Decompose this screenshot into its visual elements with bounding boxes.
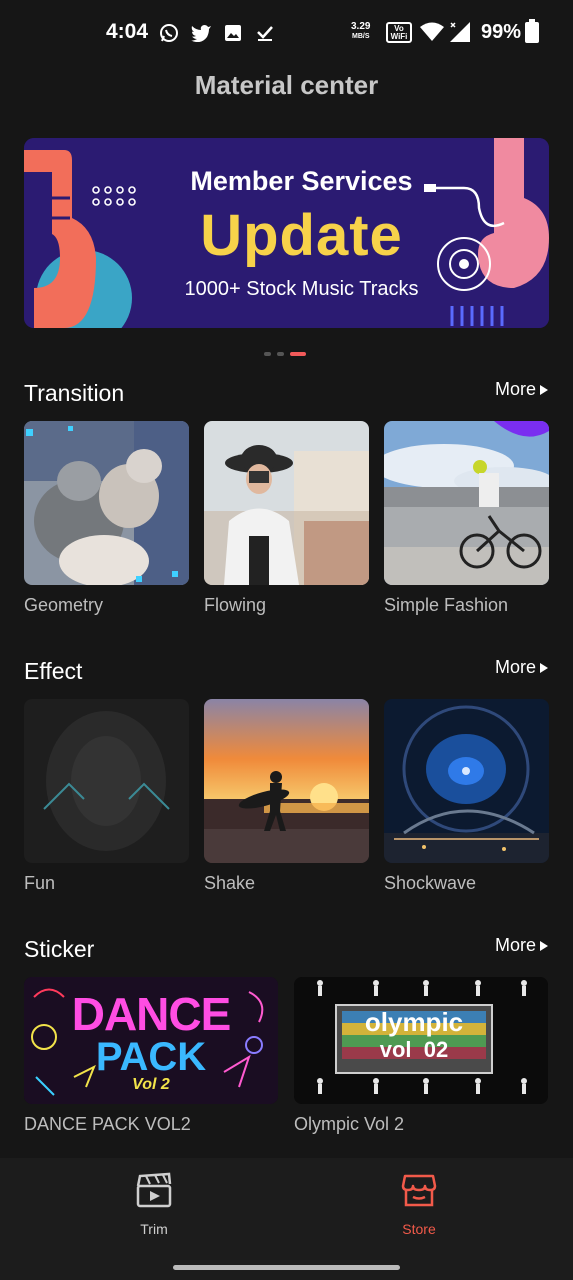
thumb-caption: Shake: [204, 873, 256, 893]
status-bar: 4:04 3.29 MB/S Vo WiFi 99%: [0, 0, 573, 66]
more-button-sticker[interactable]: More: [495, 935, 548, 956]
nav-label-store: Store: [402, 1221, 436, 1237]
thumb-shockwave[interactable]: [384, 699, 549, 863]
thumb-caption: Olympic Vol 2: [294, 1114, 405, 1134]
more-button-transition[interactable]: More: [495, 379, 548, 400]
clapperboard-icon: [136, 1172, 172, 1208]
battery-percent: 99%: [481, 21, 522, 43]
thumb-caption: Fun: [24, 873, 56, 893]
pager-dot-active: [290, 352, 306, 356]
thumb-olympic-vol2[interactable]: olympic vol 02: [294, 977, 548, 1104]
more-label: More: [494, 379, 536, 399]
image-icon: [222, 22, 244, 44]
section-title-transition: Transition: [24, 380, 125, 406]
play-arrow-icon: [540, 940, 548, 951]
wifi-icon: [420, 22, 444, 47]
sticker-art-line1: olympic: [364, 1007, 464, 1037]
thumb-shake[interactable]: [204, 699, 369, 863]
pager-dot: [277, 352, 284, 356]
battery-icon: [525, 19, 539, 43]
banner-line2: Update: [200, 203, 403, 268]
sticker-art-line2: PACK: [95, 1035, 207, 1079]
play-arrow-icon: [540, 662, 548, 673]
twitter-icon: [190, 22, 212, 44]
store-icon: [401, 1174, 437, 1207]
thumb-fun[interactable]: [24, 699, 189, 863]
thumb-geometry[interactable]: [24, 421, 189, 585]
more-label: More: [494, 657, 536, 677]
vowifi-icon: Vo WiFi: [386, 22, 412, 43]
nav-label-trim: Trim: [140, 1221, 168, 1237]
sticker-art-line2: vol 02: [379, 1037, 449, 1062]
banner-pager: [264, 352, 306, 356]
thumb-dance-pack[interactable]: DANCE PACK Vol 2: [24, 977, 278, 1104]
promo-banner[interactable]: Member Services Update 1000+ Stock Music…: [24, 138, 549, 328]
thumb-caption: Flowing: [204, 595, 267, 615]
thumb-flowing[interactable]: [204, 421, 369, 585]
nav-item-trim[interactable]: Trim: [104, 1172, 204, 1237]
network-rate-unit: MB/S: [351, 33, 370, 40]
sticker-art-line1: DANCE: [71, 988, 232, 1040]
thumb-caption: DANCE PACK VOL2: [24, 1114, 191, 1134]
banner-line3: 1000+ Stock Music Tracks: [184, 278, 419, 300]
page-title: Material center: [194, 70, 379, 100]
section-title-effect: Effect: [24, 658, 83, 684]
thumb-caption: Simple Fashion: [384, 595, 509, 615]
bottom-nav: Trim Store: [0, 1158, 573, 1280]
status-time: 4:04: [106, 20, 149, 43]
download-done-icon: [254, 22, 276, 44]
home-indicator[interactable]: [173, 1265, 400, 1270]
nav-item-store[interactable]: Store: [369, 1172, 469, 1237]
sticker-art-line3: Vol 2: [132, 1076, 170, 1093]
pager-dot: [264, 352, 271, 356]
signal-icon: [448, 20, 472, 49]
more-button-effect[interactable]: More: [495, 657, 548, 678]
thumb-caption: Shockwave: [384, 873, 477, 893]
more-label: More: [494, 935, 536, 955]
thumb-caption: Geometry: [24, 595, 104, 615]
whatsapp-icon: [158, 22, 180, 44]
network-rate-value: 3.29: [351, 21, 371, 32]
banner-line1: Member Services: [190, 166, 413, 196]
network-rate: 3.29 MB/S: [351, 22, 370, 42]
section-title-sticker: Sticker: [24, 936, 95, 962]
thumb-simple-fashion[interactable]: [384, 421, 549, 585]
play-arrow-icon: [540, 384, 548, 395]
